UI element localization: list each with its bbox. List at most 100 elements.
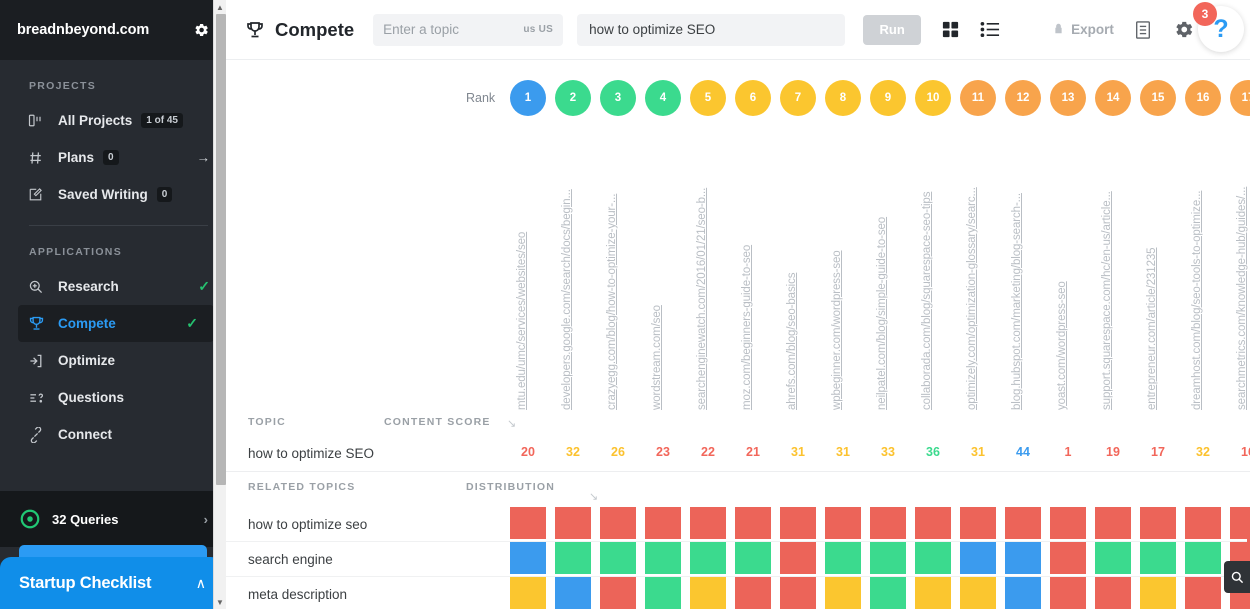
rank-circle[interactable]: 8: [825, 80, 861, 116]
competitor-url-link[interactable]: blog.hubspot.com/marketing/blog-search-.…: [1011, 193, 1023, 410]
distribution-cell[interactable]: [915, 507, 951, 539]
distribution-cell[interactable]: [1185, 507, 1221, 539]
rank-circle[interactable]: 1: [510, 80, 546, 116]
startup-checklist-panel[interactable]: Startup Checklist ∧: [0, 557, 222, 609]
distribution-cell[interactable]: [1140, 577, 1176, 609]
sidebar-item-questions[interactable]: Questions: [0, 379, 226, 416]
distribution-cell[interactable]: [870, 542, 906, 574]
distribution-cell[interactable]: [915, 577, 951, 609]
distribution-cell[interactable]: [825, 507, 861, 539]
distribution-cell[interactable]: [780, 577, 816, 609]
distribution-cell[interactable]: [645, 577, 681, 609]
distribution-cell[interactable]: [780, 507, 816, 539]
competitor-url-link[interactable]: crazyegg.com/blog/how-to-optimize-your-.…: [606, 194, 618, 410]
distribution-cell[interactable]: [735, 542, 771, 574]
competitor-url-link[interactable]: wpbeginner.com/wordpress-seo: [831, 250, 843, 410]
distribution-cell[interactable]: [1005, 577, 1041, 609]
distribution-cell[interactable]: [1095, 577, 1131, 609]
distribution-cell[interactable]: [1185, 577, 1221, 609]
distribution-cell[interactable]: [735, 507, 771, 539]
scroll-down-arrow-icon[interactable]: ▼: [214, 595, 226, 609]
rank-circle[interactable]: 16: [1185, 80, 1221, 116]
distribution-cell[interactable]: [735, 577, 771, 609]
competitor-url-link[interactable]: searchmetrics.com/knowledge-hub/guides/.…: [1236, 187, 1248, 410]
rank-circle[interactable]: 9: [870, 80, 906, 116]
competitor-url-link[interactable]: dreamhost.com/blog/seo-tools-to-optimize…: [1191, 191, 1203, 410]
scrollbar-thumb[interactable]: [216, 14, 226, 485]
rank-circle[interactable]: 11: [960, 80, 996, 116]
distribution-cell[interactable]: [1005, 542, 1041, 574]
distribution-cell[interactable]: [780, 542, 816, 574]
sidebar-scrollbar[interactable]: ▲ ▼: [213, 0, 226, 609]
distribution-cell[interactable]: [690, 577, 726, 609]
sidebar-item-research[interactable]: Research ✓: [0, 268, 226, 305]
distribution-cell[interactable]: [915, 542, 951, 574]
grid-view-icon[interactable]: [941, 20, 960, 39]
sidebar-item-saved-writing[interactable]: Saved Writing 0: [0, 176, 226, 213]
distribution-cell[interactable]: [510, 507, 546, 539]
book-icon[interactable]: [1134, 20, 1152, 40]
rank-circle[interactable]: 5: [690, 80, 726, 116]
zoom-icon[interactable]: [1224, 561, 1250, 593]
competitor-url-link[interactable]: developers.google.com/search/docs/begin.…: [561, 189, 573, 410]
distribution-cell[interactable]: [825, 542, 861, 574]
distribution-cell[interactable]: [555, 577, 591, 609]
distribution-cell[interactable]: [870, 507, 906, 539]
competitor-url-link[interactable]: wordstream.com/seo: [651, 305, 663, 410]
competitor-url-link[interactable]: mtu.edu/umc/services/websites/seo: [516, 232, 528, 410]
locale-indicator[interactable]: us US: [523, 24, 553, 35]
list-view-icon[interactable]: [980, 20, 1001, 39]
query-input[interactable]: how to optimize SEO: [577, 14, 845, 46]
distribution-cell[interactable]: [960, 507, 996, 539]
run-button[interactable]: Run: [863, 15, 921, 45]
sidebar-item-all-projects[interactable]: All Projects 1 of 45: [0, 102, 226, 139]
topic-input[interactable]: Enter a topic us US: [373, 14, 563, 46]
distribution-cell[interactable]: [1005, 507, 1041, 539]
chevron-right-icon[interactable]: ›: [204, 512, 208, 527]
content-score-sort-arrow-icon[interactable]: ↘: [507, 417, 516, 430]
distribution-cell[interactable]: [1050, 542, 1086, 574]
rank-circle[interactable]: 7: [780, 80, 816, 116]
rank-circle[interactable]: 2: [555, 80, 591, 116]
rank-circle[interactable]: 10: [915, 80, 951, 116]
export-button[interactable]: Export: [1053, 22, 1114, 38]
distribution-cell[interactable]: [555, 542, 591, 574]
distribution-cell[interactable]: [510, 542, 546, 574]
scroll-up-arrow-icon[interactable]: ▲: [214, 0, 226, 14]
competitor-url-link[interactable]: optimizely.com/optimization-glossary/sea…: [966, 187, 978, 410]
sidebar-item-connect[interactable]: Connect: [0, 416, 226, 453]
competitor-url-link[interactable]: moz.com/beginners-guide-to-seo: [741, 245, 753, 410]
sidebar-item-plans[interactable]: Plans 0 →: [0, 139, 226, 176]
distribution-cell[interactable]: [825, 577, 861, 609]
distribution-cell[interactable]: [1050, 577, 1086, 609]
gear-icon[interactable]: [192, 21, 210, 39]
distribution-cell[interactable]: [1140, 507, 1176, 539]
rank-circle[interactable]: 12: [1005, 80, 1041, 116]
competitor-url-link[interactable]: entrepreneur.com/article/231235: [1146, 248, 1158, 410]
rank-circle[interactable]: 3: [600, 80, 636, 116]
competitor-url-link[interactable]: ahrefs.com/blog/seo-basics: [786, 273, 798, 410]
distribution-cell[interactable]: [870, 577, 906, 609]
rank-circle[interactable]: 14: [1095, 80, 1131, 116]
distribution-cell[interactable]: [1185, 542, 1221, 574]
distribution-cell[interactable]: [1050, 507, 1086, 539]
rank-circle[interactable]: 13: [1050, 80, 1086, 116]
rank-circle[interactable]: 17: [1230, 80, 1250, 116]
rank-circle[interactable]: 15: [1140, 80, 1176, 116]
distribution-sort-arrow-icon[interactable]: ↘: [589, 490, 598, 503]
competitor-url-link[interactable]: searchenginewatch.com/2016/01/21/seo-b..…: [696, 188, 708, 410]
distribution-cell[interactable]: [645, 507, 681, 539]
arrow-right-icon[interactable]: →: [197, 150, 211, 165]
competitor-url-link[interactable]: neilpatel.com/blog/simple-guide-to-seo: [876, 217, 888, 410]
sidebar-item-optimize[interactable]: Optimize: [0, 342, 226, 379]
rank-circle[interactable]: 4: [645, 80, 681, 116]
chevron-up-icon[interactable]: ∧: [196, 575, 206, 592]
distribution-cell[interactable]: [600, 577, 636, 609]
distribution-cell[interactable]: [1140, 542, 1176, 574]
distribution-cell[interactable]: [690, 542, 726, 574]
queries-counter[interactable]: 32 Queries ›: [0, 491, 226, 547]
competitor-url-link[interactable]: support.squarespace.com/hc/en-us/article…: [1101, 191, 1113, 410]
distribution-cell[interactable]: [960, 577, 996, 609]
rank-circle[interactable]: 6: [735, 80, 771, 116]
distribution-cell[interactable]: [690, 507, 726, 539]
